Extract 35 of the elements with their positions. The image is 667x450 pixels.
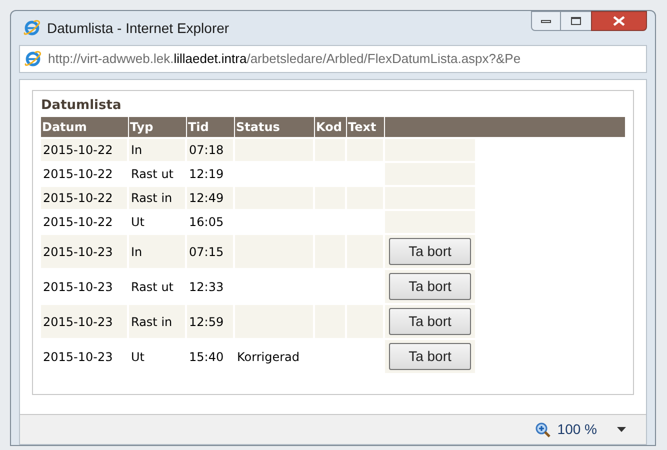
close-icon: [613, 16, 625, 26]
browser-icon: [24, 50, 42, 68]
column-header: Kod: [315, 117, 347, 137]
minimize-button[interactable]: [531, 11, 561, 31]
delete-button[interactable]: Ta bort: [389, 273, 471, 300]
url-text: http://virt-adwweb.lek.lillaedet.intra/arbetsledare/Arbled/FlexDatumLista.aspx?&Pe: [48, 50, 521, 68]
close-button[interactable]: [591, 11, 647, 31]
table-cell: 2015-10-22: [41, 139, 129, 161]
table-cell: 2015-10-23: [41, 235, 129, 268]
table-cell: 2015-10-22: [41, 187, 129, 209]
table-cell: 07:15: [187, 235, 235, 268]
address-bar[interactable]: http://virt-adwweb.lek.lillaedet.intra/arbetsledare/Arbled/FlexDatumLista.aspx?&Pe: [19, 45, 647, 73]
table-cell: Rast in: [129, 187, 187, 209]
table-cell: 07:18: [187, 139, 235, 161]
browser-icon: [23, 19, 41, 37]
delete-button[interactable]: Ta bort: [389, 343, 471, 370]
delete-button[interactable]: Ta bort: [389, 238, 471, 265]
window-title: Datumlista - Internet Explorer: [47, 18, 230, 38]
table-cell: 2015-10-23: [41, 305, 129, 338]
zoom-level[interactable]: 100 %: [557, 419, 597, 440]
dropdown-caret-icon[interactable]: [617, 427, 626, 432]
table-cell: In: [129, 139, 187, 161]
table-cell: 12:49: [187, 187, 235, 209]
table-cell: Rast in: [129, 305, 187, 338]
column-header: Status: [235, 117, 315, 137]
zoom-icon: [535, 422, 552, 438]
maximize-button[interactable]: [561, 11, 591, 31]
column-header: Text: [347, 117, 385, 137]
table-cell: In: [129, 235, 187, 268]
table-cell: 12:59: [187, 305, 235, 338]
column-header: Typ: [129, 117, 187, 137]
delete-button[interactable]: Ta bort: [389, 308, 471, 335]
column-header: Datum: [41, 117, 129, 137]
column-header: Tid: [187, 117, 235, 137]
panel-title: Datumlista: [41, 97, 122, 115]
